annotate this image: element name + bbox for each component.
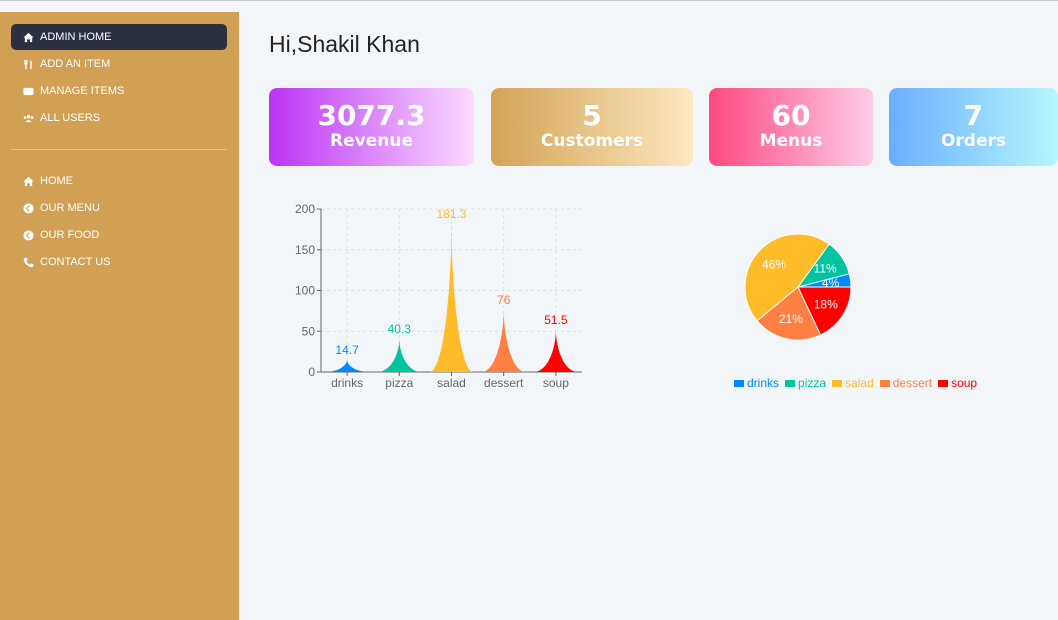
- legend-item-drinks: drinks: [734, 376, 779, 390]
- legend-label: salad: [845, 376, 874, 390]
- page-title: Hi,Shakil Khan: [269, 31, 420, 57]
- arrow-circle-left-icon: [23, 202, 34, 214]
- arrow-circle-left-icon: [23, 229, 34, 241]
- stat-card-orders: 7 Orders: [889, 88, 1058, 166]
- users-icon: [23, 113, 34, 124]
- home-icon: [23, 176, 34, 187]
- utensils-icon: [23, 59, 34, 70]
- y-tick-label: 200: [295, 202, 315, 216]
- legend-swatch: [832, 379, 843, 387]
- pie-percent-label: 21%: [779, 312, 803, 326]
- bar-chart: 0 50 100 150 200 14.7 drinks 40.3 pizza 181.3 sala…: [295, 202, 582, 390]
- stat-value: 7: [963, 99, 984, 132]
- wallet-icon: [23, 86, 34, 97]
- sidebar-item-admin-home[interactable]: ADMIN HOME: [11, 24, 227, 50]
- sidebar-item-label: OUR MENU: [40, 202, 100, 214]
- bar-value-label: 181.3: [436, 207, 466, 221]
- stat-value: 5: [582, 99, 602, 132]
- stat-label: Customers: [540, 131, 644, 151]
- legend-label: drinks: [747, 376, 780, 390]
- legend-item-soup: soup: [938, 376, 977, 390]
- y-tick-label: 150: [295, 243, 315, 257]
- sidebar-item-label: OUR FOOD: [40, 229, 100, 241]
- sidebar-item-add-an-item[interactable]: ADD AN ITEM: [11, 51, 227, 77]
- stat-card-customers: 5 Customers: [491, 88, 693, 166]
- home-icon: [23, 32, 34, 43]
- y-tick-label: 0: [308, 365, 315, 379]
- sidebar-divider: [11, 149, 227, 150]
- stat-label: Orders: [940, 131, 1007, 151]
- sidebar-item-label: HOME: [40, 175, 73, 187]
- sidebar-item-label: CONTACT US: [40, 256, 111, 268]
- legend-label: pizza: [798, 376, 827, 390]
- y-tick-label: 50: [302, 324, 316, 338]
- legend-swatch: [879, 379, 890, 387]
- stat-value: 60: [771, 99, 811, 132]
- legend-label: soup: [951, 376, 978, 390]
- legend-label: dessert: [892, 376, 933, 390]
- sidebar-item-contact-us[interactable]: CONTACT US: [11, 249, 227, 275]
- bar-value-label: 51.5: [544, 313, 568, 327]
- legend-swatch: [938, 379, 949, 387]
- bar-value-label: 14.7: [335, 343, 359, 357]
- legend-item-pizza: pizza: [785, 376, 826, 390]
- sidebar-item-label: ADMIN HOME: [40, 31, 112, 43]
- bar-value-label: 76: [497, 293, 511, 307]
- sidebar: ADMIN HOME ADD AN ITEM MANAGE ITEMS ALL …: [0, 12, 239, 620]
- x-tick-label: soup: [543, 376, 569, 390]
- pie-percent-label: 11%: [814, 262, 837, 276]
- stat-card-menus: 60 Menus: [709, 88, 873, 166]
- legend-swatch: [785, 379, 796, 387]
- sidebar-item-all-users[interactable]: ALL USERS: [11, 105, 227, 131]
- x-tick-label: salad: [437, 376, 466, 390]
- y-tick-label: 100: [295, 284, 315, 298]
- bar-salad: [429, 224, 474, 372]
- x-tick-label: dessert: [484, 376, 524, 390]
- bar-pizza: [377, 339, 422, 372]
- x-tick-label: pizza: [385, 376, 413, 390]
- sidebar-item-our-food[interactable]: OUR FOOD: [11, 222, 227, 248]
- stat-card-revenue: 3077.3 Revenue: [269, 88, 474, 166]
- x-tick-label: drinks: [331, 376, 363, 390]
- sidebar-item-label: ADD AN ITEM: [40, 58, 111, 70]
- phone-icon: [23, 257, 34, 268]
- bar-drinks: [324, 360, 370, 372]
- pie-legend: drinks pizza salad dessert soup: [734, 376, 977, 390]
- sidebar-item-manage-items[interactable]: MANAGE ITEMS: [11, 78, 227, 104]
- stat-label: Revenue: [330, 131, 413, 151]
- legend-item-salad: salad: [832, 376, 874, 390]
- sidebar-item-label: ALL USERS: [40, 112, 101, 124]
- legend-item-dessert: dessert: [879, 376, 933, 390]
- bar-soup: [533, 330, 579, 372]
- sidebar-item-home[interactable]: HOME: [11, 168, 227, 194]
- stat-value: 3077.3: [317, 99, 426, 132]
- bar-value-label: 40.3: [388, 322, 412, 336]
- sidebar-item-label: MANAGE ITEMS: [40, 85, 125, 97]
- stat-label: Menus: [759, 131, 823, 151]
- sidebar-item-our-menu[interactable]: OUR MENU: [11, 195, 227, 221]
- legend-swatch: [734, 379, 744, 387]
- pie-chart: 4%11%46%21%18%: [744, 233, 852, 341]
- pie-percent-label: 46%: [762, 258, 786, 272]
- bar-dessert: [481, 310, 526, 372]
- pie-percent-label: 18%: [814, 298, 838, 312]
- main-content: Hi,Shakil Khan 3077.3 Revenue 5 Customer…: [239, 0, 1058, 620]
